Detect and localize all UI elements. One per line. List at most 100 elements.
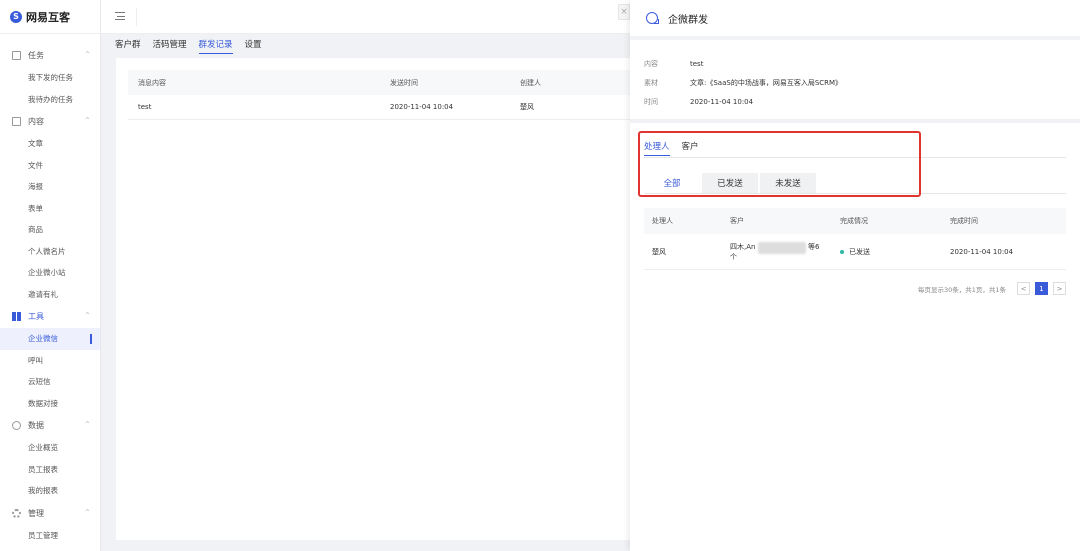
info-key: 时间: [644, 97, 658, 106]
redacted-block: [758, 241, 806, 254]
info-row: 素材 文章:《SaaS的中场战事，网易互客入局SCRM》: [644, 73, 1080, 92]
task-icon: [12, 51, 21, 60]
status-dot-icon: [840, 249, 844, 254]
sidebar-group-label: 工具: [28, 312, 44, 321]
info-value: 2020-11-04 10:04: [690, 97, 754, 106]
cell-content: test: [138, 103, 152, 111]
sidebar-item-form[interactable]: 表单: [0, 198, 100, 220]
customer-count-unit: 个: [730, 252, 737, 261]
sidebar-item-article[interactable]: 文章: [0, 133, 100, 155]
table-row[interactable]: 楚风 四木,An 等6 个 已发送 2020-11-04 10:04: [644, 234, 1066, 270]
sidebar-group-manage[interactable]: 管理 ^: [0, 502, 100, 525]
sidebar-item-invite[interactable]: 邀请有礼: [0, 284, 100, 306]
menu-toggle-icon[interactable]: [115, 12, 125, 20]
sidebar-group-content[interactable]: 内容 ^: [0, 110, 100, 133]
logo-icon: S: [10, 10, 22, 23]
column-header: 完成情况: [840, 217, 868, 225]
sidebar-item-my-report[interactable]: 我的报表: [0, 480, 100, 502]
chevron-up-icon: ^: [84, 312, 90, 319]
status-text: 已发送: [849, 247, 870, 256]
customer-count: 等6: [808, 242, 820, 251]
pagination: 每页显示30条，共1页，共1条 < 1 >: [918, 282, 1066, 295]
logo-text: 网易互客: [26, 10, 70, 24]
sidebar-item-business-card[interactable]: 个人微名片: [0, 241, 100, 263]
sidebar-item-poster[interactable]: 海报: [0, 176, 100, 198]
divider: [630, 119, 1080, 123]
broadcast-info: 内容 test 素材 文章:《SaaS的中场战事，网易互客入局SCRM》 时间 …: [630, 40, 1080, 111]
table-header: 消息内容 发送时间 创建人: [128, 70, 648, 95]
records-table: 消息内容 发送时间 创建人 test 2020-11-04 10:04 楚风: [128, 70, 648, 120]
search-chat-icon: [646, 12, 659, 24]
cell-time: 2020-11-04 10:04: [950, 247, 1014, 256]
tools-grid-icon: [12, 312, 21, 321]
column-header: 客户: [730, 217, 744, 225]
tab-settings[interactable]: 设置: [245, 38, 262, 54]
sidebar-group-label: 任务: [28, 51, 44, 60]
sidebar-nav: 任务 ^ 我下发的任务 我待办的任务 内容 ^ 文章 文件 海报 表单 商品 个…: [0, 34, 100, 546]
chevron-up-icon: ^: [84, 421, 90, 428]
info-value: 文章:《SaaS的中场战事，网易互客入局SCRM》: [690, 78, 843, 87]
table-header: 处理人 客户 完成情况 完成时间: [644, 208, 1066, 234]
next-page-button[interactable]: >: [1053, 282, 1066, 295]
drawer-title: 企微群发: [668, 14, 708, 26]
chevron-up-icon: ^: [84, 117, 90, 124]
main-content: 消息内容 发送时间 创建人 test 2020-11-04 10:04 楚风: [116, 58, 648, 540]
highlight-box: [638, 131, 921, 197]
chevron-up-icon: ^: [84, 51, 90, 58]
drawer-close-button[interactable]: ×: [618, 4, 630, 20]
sidebar-group-label: 内容: [28, 117, 44, 126]
cell-customer: 四木,An 等6 个: [730, 241, 840, 262]
sidebar-item-wecom[interactable]: 企业微信: [0, 328, 100, 350]
detail-drawer: 企微群发 内容 test 素材 文章:《SaaS的中场战事，网易互客入局SCRM…: [630, 0, 1080, 551]
page-button[interactable]: 1: [1035, 282, 1048, 295]
sidebar-item-call[interactable]: 呼叫: [0, 350, 100, 372]
chevron-up-icon: ^: [84, 508, 90, 516]
sidebar-item-data-connect[interactable]: 数据对接: [0, 393, 100, 415]
sidebar-group-data[interactable]: 数据 ^: [0, 414, 100, 437]
info-key: 内容: [644, 59, 658, 68]
tab-broadcast-records[interactable]: 群发记录: [198, 38, 233, 54]
cell-time: 2020-11-04 10:04: [390, 103, 454, 111]
column-header: 消息内容: [138, 78, 166, 87]
sidebar-item-sms[interactable]: 云短信: [0, 371, 100, 393]
pagination-summary: 每页显示30条，共1页，共1条: [917, 285, 1006, 294]
customer-name: 四木,An: [730, 242, 756, 251]
prev-page-button[interactable]: <: [1017, 282, 1030, 295]
sidebar-item-overview[interactable]: 企业概览: [0, 437, 100, 459]
sidebar-group-label: 管理: [28, 508, 44, 518]
sidebar-item-mini-site[interactable]: 企业微小站: [0, 262, 100, 284]
sidebar-item-staff-report[interactable]: 员工报表: [0, 459, 100, 481]
sidebar-item-product[interactable]: 商品: [0, 219, 100, 241]
content-icon: [12, 117, 21, 126]
sidebar-item-file[interactable]: 文件: [0, 155, 100, 177]
sidebar-item-issued-tasks[interactable]: 我下发的任务: [0, 67, 100, 89]
sidebar-item-staff-manage[interactable]: 员工管理: [0, 525, 100, 547]
info-row: 时间 2020-11-04 10:04: [644, 92, 1080, 111]
column-header: 创建人: [520, 78, 541, 87]
page-tabs: 客户群 活码管理 群发记录 设置: [115, 38, 262, 54]
column-header: 发送时间: [390, 78, 418, 87]
sidebar-group-task[interactable]: 任务 ^: [0, 44, 100, 67]
cell-creator: 楚风: [520, 103, 534, 111]
sidebar-group-label: 数据: [28, 421, 44, 430]
info-key: 素材: [644, 78, 658, 87]
drawer-header: 企微群发: [630, 0, 1080, 36]
tab-customer-group[interactable]: 客户群: [115, 38, 141, 54]
info-value: test: [690, 59, 704, 68]
top-bar: [101, 0, 630, 34]
column-header: 处理人: [652, 217, 673, 225]
handler-table: 处理人 客户 完成情况 完成时间 楚风 四木,An 等6 个 已发送 2020-…: [644, 208, 1066, 270]
tab-live-code[interactable]: 活码管理: [153, 38, 187, 54]
sidebar-group-tools[interactable]: 工具 ^: [0, 305, 100, 328]
cell-handler: 楚风: [652, 247, 666, 256]
divider: [136, 8, 137, 26]
app-logo[interactable]: S 网易互客: [0, 0, 100, 34]
data-icon: [12, 421, 21, 430]
sidebar-item-todo-tasks[interactable]: 我待办的任务: [0, 89, 100, 111]
column-header: 完成时间: [950, 217, 978, 225]
sidebar: S 网易互客 任务 ^ 我下发的任务 我待办的任务 内容 ^ 文章 文件 海报 …: [0, 0, 101, 551]
info-row: 内容 test: [644, 54, 1080, 73]
table-row[interactable]: test 2020-11-04 10:04 楚风: [128, 95, 648, 120]
gear-icon: [12, 508, 21, 518]
cell-status: 已发送: [840, 247, 950, 257]
